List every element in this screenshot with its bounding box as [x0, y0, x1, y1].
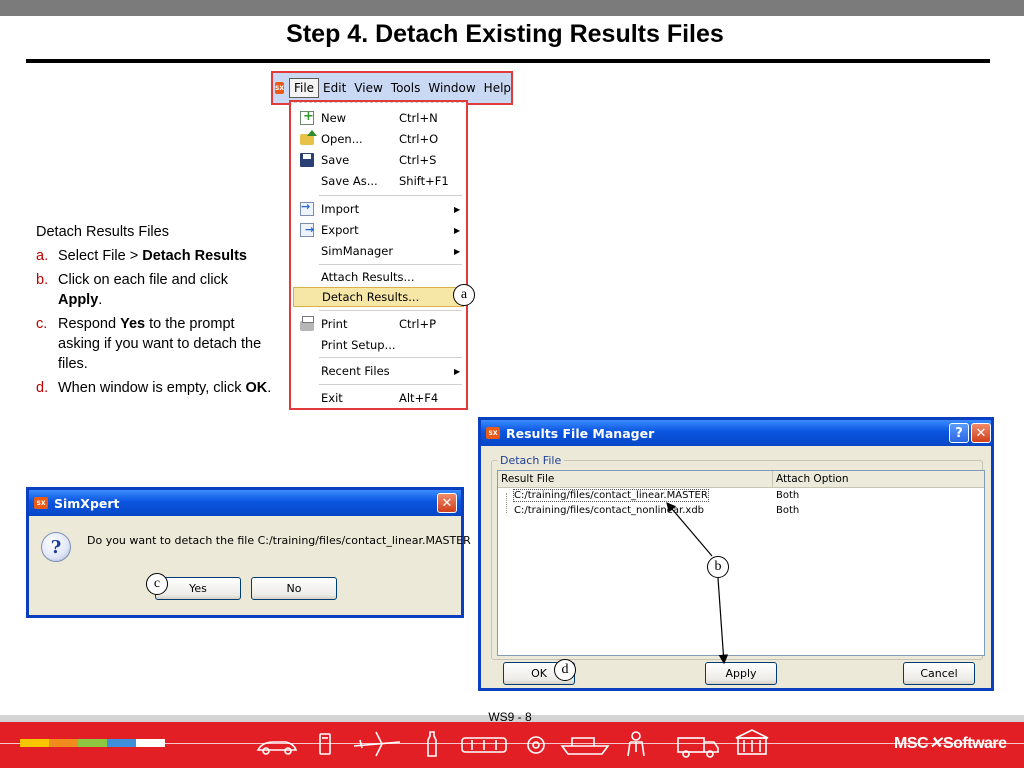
arrow-to-row — [666, 502, 713, 557]
prompt-message: Do you want to detach the file C:/traini… — [87, 534, 471, 547]
question-icon: ? — [41, 532, 71, 562]
msc-swoosh-icon: ✕ — [929, 735, 942, 752]
building-icon — [735, 729, 769, 755]
simxpert-prompt-window: SX SimXpert ✕ ? Do you want to detach th… — [26, 487, 471, 618]
yes-button[interactable]: Yes — [155, 577, 241, 600]
phone-icon — [319, 733, 331, 755]
footer-color-swatch — [49, 739, 78, 747]
callout-arrows — [666, 502, 729, 665]
ship-icon — [560, 737, 610, 755]
bottle-icon — [427, 731, 437, 757]
train-icon — [461, 737, 507, 753]
no-button[interactable]: No — [251, 577, 337, 600]
callout-c: c — [146, 573, 168, 595]
footer-pictograms — [256, 729, 769, 758]
astronaut-icon — [627, 731, 645, 757]
footer-color-swatch — [78, 739, 107, 747]
footer-color-swatch — [20, 739, 49, 747]
footer-color-swatch — [136, 739, 165, 747]
prompt-titlebar[interactable]: SX SimXpert — [29, 490, 461, 516]
truck-icon — [677, 737, 719, 758]
callout-b: b — [707, 556, 729, 578]
gear-icon — [527, 736, 545, 754]
window-title: SimXpert — [54, 495, 120, 511]
car-icon — [256, 741, 298, 755]
msc-software-logo: MSC✕Software — [894, 735, 1007, 752]
arrow-to-apply — [717, 577, 729, 665]
close-button[interactable]: ✕ — [437, 493, 457, 513]
close-icon: ✕ — [441, 495, 453, 511]
simxpert-logo-icon: SX — [34, 497, 48, 509]
callout-d: d — [554, 659, 576, 681]
footer-color-swatch — [107, 739, 136, 747]
airplane-icon — [353, 731, 401, 757]
